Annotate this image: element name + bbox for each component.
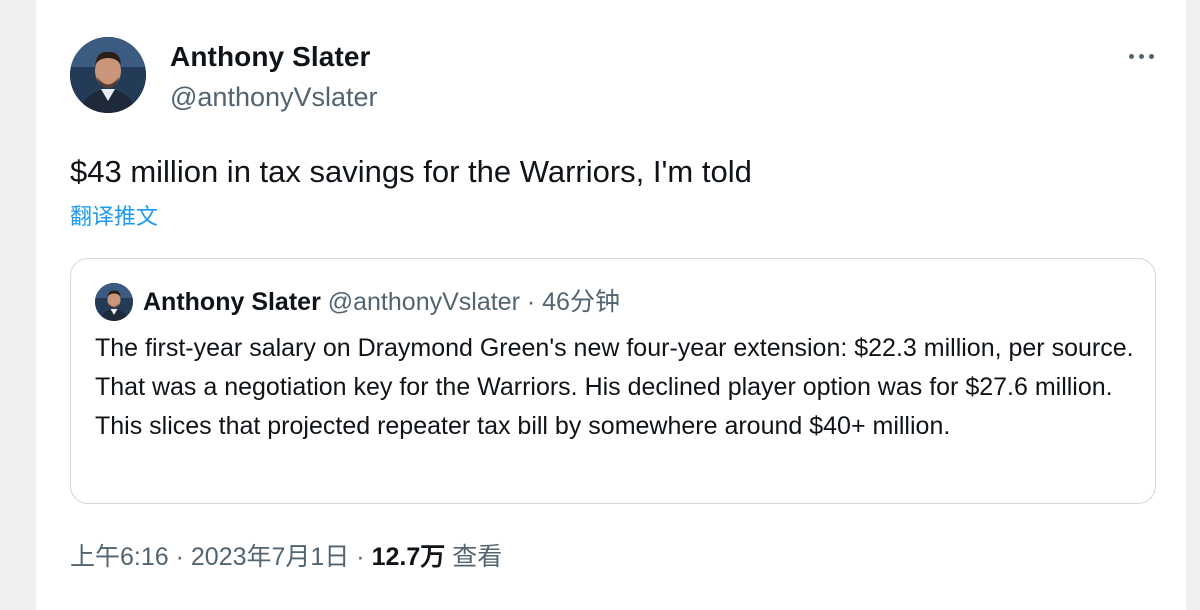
quoted-time: 46分钟 bbox=[542, 288, 620, 316]
tweet-footer: 上午6:16 · 2023年7月1日 · 12.7万 查看 bbox=[70, 540, 502, 574]
more-dot bbox=[1138, 53, 1144, 59]
quoted-tweet-text: The first-year salary on Draymond Green'… bbox=[95, 334, 1134, 440]
quoted-author-handle: @anthonyVslater bbox=[327, 288, 520, 316]
quoted-tweet[interactable]: Anthony Slater @anthonyVslater · 46分钟 Th… bbox=[70, 258, 1156, 504]
footer-separator: · bbox=[175, 543, 184, 571]
quoted-separator: · bbox=[526, 288, 536, 316]
quoted-author-name: Anthony Slater bbox=[143, 288, 321, 316]
quoted-author-avatar bbox=[95, 283, 133, 321]
more-dot bbox=[1128, 53, 1134, 59]
more-dot bbox=[1148, 53, 1154, 59]
author-name[interactable]: Anthony Slater bbox=[170, 40, 371, 74]
tweet-time[interactable]: 上午6:16 bbox=[70, 543, 169, 571]
quoted-tweet-header: Anthony Slater @anthonyVslater · 46分钟 bbox=[143, 285, 620, 319]
author-avatar[interactable] bbox=[70, 37, 146, 113]
translate-tweet-link[interactable]: 翻译推文 bbox=[70, 202, 158, 232]
tweet-text: $43 million in tax savings for the Warri… bbox=[70, 154, 752, 189]
views-label: 查看 bbox=[452, 543, 503, 571]
author-handle[interactable]: @anthonyVslater bbox=[170, 80, 378, 114]
footer-separator: · bbox=[356, 543, 365, 571]
more-horizontal-icon[interactable] bbox=[1121, 42, 1161, 70]
tweet-date[interactable]: 2023年7月1日 bbox=[191, 543, 349, 571]
tweet-card: Anthony Slater @anthonyVslater $43 milli… bbox=[36, 0, 1186, 610]
views-count: 12.7万 bbox=[371, 543, 446, 571]
